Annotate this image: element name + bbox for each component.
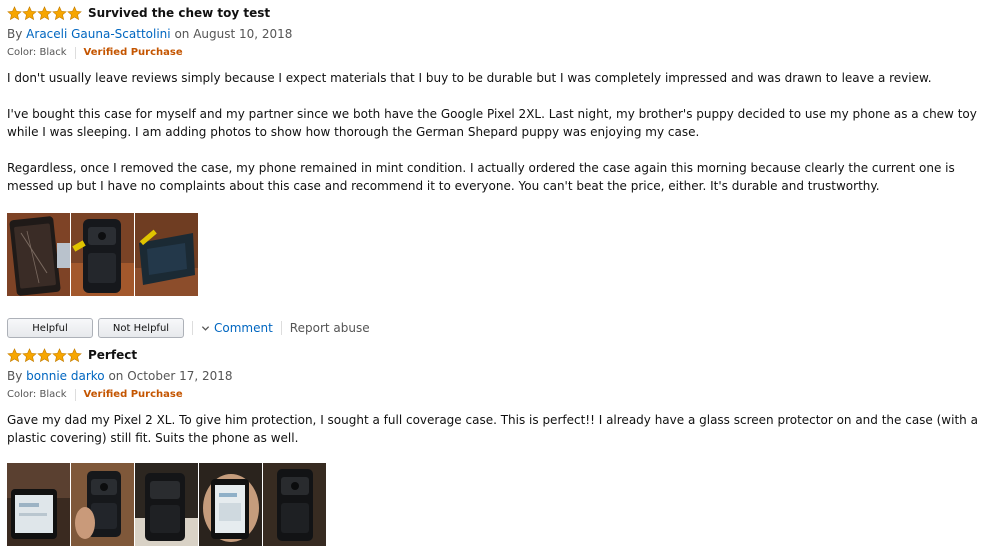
color-variant[interactable]: Color: Black (7, 47, 67, 58)
review-body: Gave my dad my Pixel 2 XL. To give him p… (7, 411, 992, 447)
review-byline: By Araceli Gauna-Scattolini on August 10… (7, 27, 992, 42)
review-photo[interactable] (7, 463, 70, 546)
comment-link[interactable]: Comment (201, 321, 273, 335)
author-link[interactable]: Araceli Gauna-Scattolini (26, 27, 170, 41)
by-label: By (7, 369, 23, 383)
actions-divider (280, 321, 282, 335)
star-icon (7, 5, 22, 20)
verified-badge[interactable]: Verified Purchase (84, 389, 183, 400)
author-link[interactable]: bonnie darko (26, 369, 104, 383)
star-icon (52, 5, 67, 20)
star-icon (7, 347, 22, 362)
review-header: Survived the chew toy test (7, 4, 992, 22)
review-header: Perfect (7, 346, 992, 364)
verified-badge[interactable]: Verified Purchase (84, 47, 183, 58)
report-abuse-link[interactable]: Report abuse (290, 321, 370, 335)
review-photo[interactable] (263, 463, 326, 546)
star-icon (67, 5, 82, 20)
review-1: Survived the chew toy test By Araceli Ga… (7, 4, 992, 338)
color-variant[interactable]: Color: Black (7, 389, 67, 400)
review-paragraph: I've bought this case for myself and my … (7, 107, 977, 139)
review-photos (7, 463, 992, 546)
review-photo[interactable] (135, 213, 198, 296)
actions-divider (192, 321, 193, 335)
review-actions: Helpful Not Helpful Comment Report abuse (7, 318, 992, 338)
star-icon (67, 347, 82, 362)
review-byline: By bonnie darko on October 17, 2018 (7, 369, 992, 384)
by-label: By (7, 27, 23, 41)
review-body: I don't usually leave reviews simply bec… (7, 69, 992, 195)
star-icon (52, 347, 67, 362)
review-paragraph: I don't usually leave reviews simply bec… (7, 71, 932, 85)
star-icon (22, 347, 37, 362)
star-icon (37, 5, 52, 20)
review-date: on October 17, 2018 (108, 369, 233, 383)
helpful-button[interactable]: Helpful (7, 318, 93, 338)
review-photo[interactable] (71, 213, 134, 296)
star-icon (37, 347, 52, 362)
review-meta: Color: Black Verified Purchase (7, 388, 992, 401)
review-photo[interactable] (135, 463, 198, 546)
review-photo[interactable] (7, 213, 70, 296)
review-title[interactable]: Survived the chew toy test (88, 6, 270, 20)
not-helpful-button[interactable]: Not Helpful (98, 318, 184, 338)
review-paragraph: Gave my dad my Pixel 2 XL. To give him p… (7, 413, 978, 445)
review-photo[interactable] (71, 463, 134, 546)
review-date: on August 10, 2018 (174, 27, 293, 41)
star-icon (22, 5, 37, 20)
review-photos (7, 213, 992, 296)
review-2: Perfect By bonnie darko on October 17, 2… (7, 346, 992, 546)
comment-label: Comment (214, 321, 273, 335)
review-meta: Color: Black Verified Purchase (7, 46, 992, 59)
meta-divider (74, 388, 76, 401)
review-title[interactable]: Perfect (88, 348, 137, 362)
review-paragraph: Regardless, once I removed the case, my … (7, 161, 955, 193)
star-rating[interactable] (7, 347, 82, 363)
star-rating[interactable] (7, 5, 82, 21)
meta-divider (74, 46, 76, 59)
chevron-down-icon (201, 325, 210, 331)
review-photo[interactable] (199, 463, 262, 546)
